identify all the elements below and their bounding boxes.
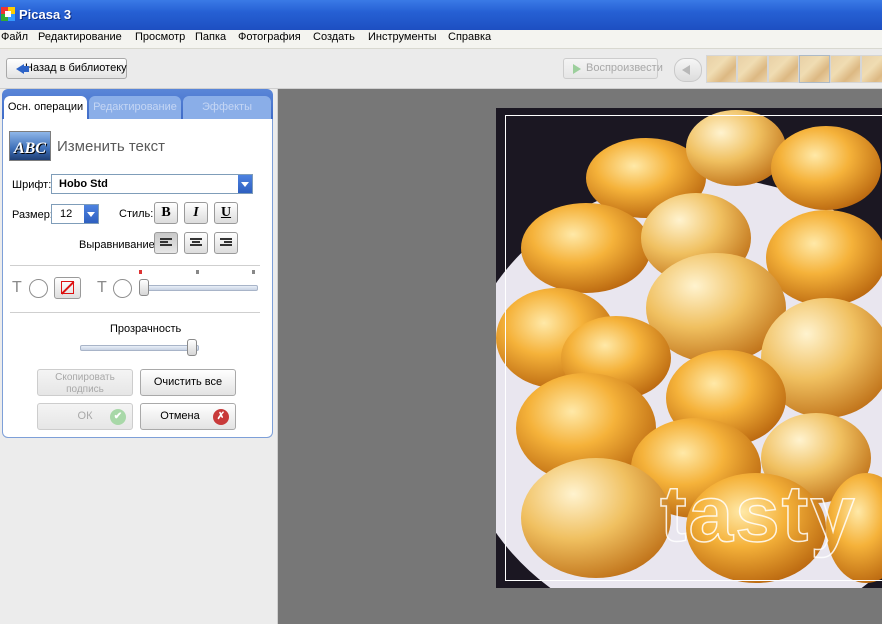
font-select[interactable]: Hobo Std [51,174,253,194]
font-label: Шрифт: [12,179,52,191]
picasa-logo-icon [1,7,15,21]
play-slideshow-button[interactable]: Воспроизвести [563,58,663,79]
filmstrip-thumbnail[interactable] [861,55,882,83]
slider-tick [196,270,199,274]
underline-button[interactable]: U [214,202,238,224]
copy-caption-label-line2: подпись [66,384,104,395]
left-arrow-icon [682,65,690,75]
filmstrip-thumbnail[interactable] [706,55,737,83]
align-center-button[interactable] [184,232,208,254]
text-tool-icon: ABC [9,131,51,161]
back-arrow-tail-icon [23,66,29,72]
cancel-button[interactable]: Отмена ✗ [140,403,236,430]
back-to-library-button[interactable]: Назад в библиотеку [6,58,127,79]
align-left-button[interactable] [154,232,178,254]
divider [10,312,260,313]
size-label: Размер: [12,209,53,221]
text-color-swatch[interactable] [29,279,48,298]
chevron-down-icon[interactable] [238,175,252,193]
style-label: Стиль: [119,208,154,220]
bold-button[interactable]: B [154,202,178,224]
panel-title: Изменить текст [57,138,165,155]
text-color-icon: T [12,279,22,296]
check-icon: ✔ [110,409,126,425]
menu-folder[interactable]: Папка [195,31,226,43]
tab-basic-fixes[interactable]: Осн. операции [4,96,87,119]
menu-edit[interactable]: Редактирование [38,31,122,43]
align-center-icon [190,238,202,248]
outline-color-icon: T [97,279,107,296]
outline-width-slider-handle[interactable] [139,279,149,296]
menu-view[interactable]: Просмотр [135,31,185,43]
no-outline-color-button[interactable] [54,277,81,299]
cancel-button-label: Отмена [160,410,200,422]
transparency-slider-handle[interactable] [187,339,197,356]
copy-caption-button[interactable]: Скопировать подпись [37,369,133,396]
filmstrip-thumbnail[interactable] [830,55,861,83]
menu-create[interactable]: Создать [313,31,355,43]
italic-button[interactable]: I [184,202,208,224]
menu-photo[interactable]: Фотография [238,31,301,43]
alignment-label: Выравнивание: [79,239,158,251]
align-left-icon [160,238,172,248]
align-right-button[interactable] [214,232,238,254]
chevron-down-icon[interactable] [84,205,98,223]
text-tool-icon-label: ABC [13,140,46,157]
size-select[interactable]: 12 [51,204,99,224]
outline-width-slider[interactable] [140,285,258,291]
play-button-label: Воспроизвести [586,62,663,74]
ok-button-label: ОК [77,410,93,422]
align-right-icon [220,238,232,248]
transparency-label: Прозрачность [110,323,182,335]
window-title: Picasa 3 [19,7,72,22]
previous-photo-button[interactable] [674,58,702,82]
menu-help[interactable]: Справка [448,31,491,43]
font-select-value: Hobo Std [59,178,108,190]
outline-color-swatch[interactable] [113,279,132,298]
tab-effects[interactable]: Эффекты [183,96,271,119]
menu-bar: Файл Редактирование Просмотр Папка Фотог… [0,30,882,49]
clear-all-button[interactable]: Очистить все [140,369,236,396]
menu-tools[interactable]: Инструменты [368,31,437,43]
size-select-value: 12 [60,208,73,220]
filmstrip-thumbnail[interactable] [768,55,799,83]
play-icon [573,64,581,74]
title-bar: Picasa 3 [0,0,882,30]
copy-caption-label-line1: Скопировать [55,372,115,383]
back-button-label: Назад в библиотеку [25,62,127,74]
divider [10,265,260,266]
photo-caption-text[interactable]: tasty [659,468,857,560]
close-icon: ✗ [213,409,229,425]
filmstrip-thumbnail[interactable] [799,55,830,83]
transparency-slider[interactable] [80,345,199,351]
toolbar: Назад в библиотеку Воспроизвести [0,49,882,89]
slider-tick [252,270,255,274]
menu-file[interactable]: Файл [1,31,28,43]
tab-tuning[interactable]: Редактирование [89,96,181,119]
slider-tick [139,270,142,274]
ok-button[interactable]: ОК ✔ [37,403,133,430]
filmstrip-thumbnail[interactable] [737,55,768,83]
